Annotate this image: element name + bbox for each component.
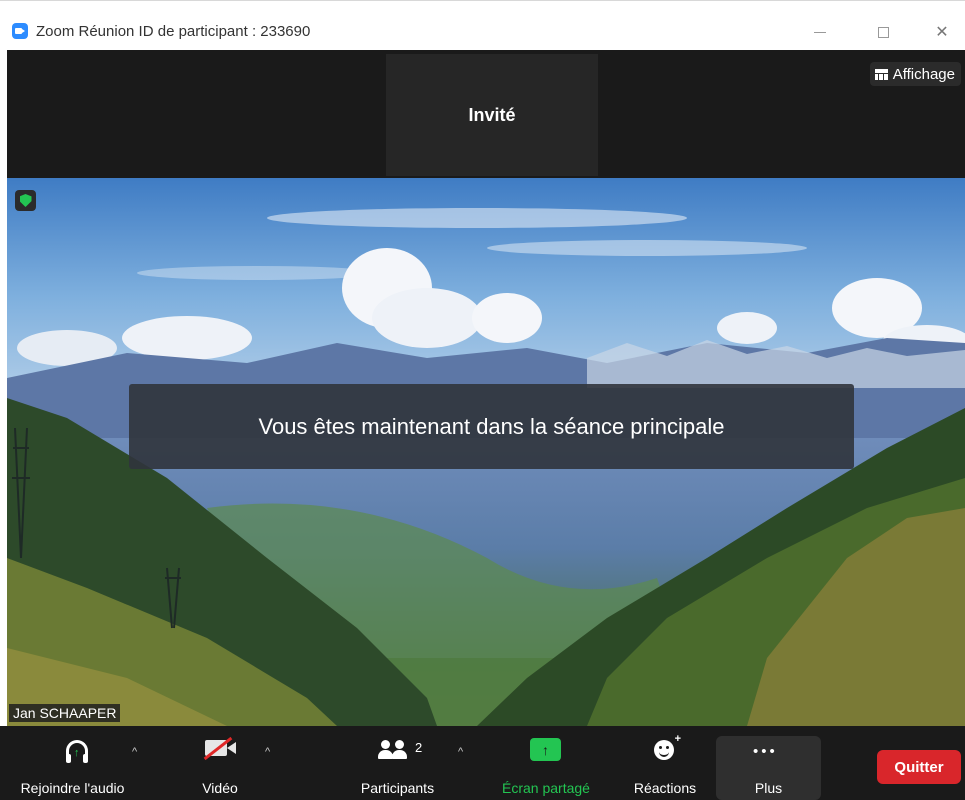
share-screen-button[interactable]: ↑ Écran partagé [486, 726, 606, 800]
gallery-view-icon [874, 68, 888, 80]
close-icon: ✕ [935, 24, 949, 41]
reactions-label: Réactions [633, 780, 697, 796]
maximize-icon [877, 26, 889, 38]
more-button[interactable]: ••• Plus [716, 736, 821, 800]
minimize-button[interactable] [800, 19, 840, 45]
video-options-caret[interactable]: ^ [265, 746, 270, 758]
meeting-toolbar: ↑ Rejoindre l'audio ^ Vidéo ^ Participan… [0, 726, 965, 800]
guest-name: Invité [468, 104, 516, 125]
title-bar: Zoom Réunion ID de participant : 233690 … [0, 0, 965, 50]
share-screen-label: Écran partagé [502, 780, 590, 796]
main-video: Vous êtes maintenant dans la séance prin… [7, 178, 965, 726]
session-notification: Vous êtes maintenant dans la séance prin… [129, 384, 854, 469]
reactions-button[interactable]: + Réactions [620, 726, 710, 800]
zoom-app-icon [12, 23, 28, 39]
join-audio-button[interactable]: ↑ Rejoindre l'audio [0, 726, 145, 800]
audio-options-caret[interactable]: ^ [132, 746, 137, 758]
guest-video-tile[interactable]: Invité [386, 54, 598, 176]
participants-count: 2 [415, 740, 423, 755]
participants-icon [378, 740, 410, 760]
video-off-icon [203, 736, 236, 761]
participant-name-label: Jan SCHAAPER [9, 704, 121, 722]
security-shield-badge[interactable] [15, 190, 36, 211]
video-button[interactable]: Vidéo [180, 726, 260, 800]
maximize-button[interactable] [863, 19, 903, 45]
close-button[interactable]: ✕ [922, 19, 962, 45]
participants-label: Participants [360, 780, 435, 796]
participants-button[interactable]: Participants [345, 726, 450, 800]
reactions-icon: + [654, 733, 681, 760]
video-label: Vidéo [202, 780, 238, 796]
view-button-label: Affichage [892, 65, 955, 83]
leave-meeting-button[interactable]: Quitter [877, 750, 961, 784]
more-label: Plus [754, 780, 783, 796]
minimize-icon [814, 31, 826, 33]
participant-strip: Invité Affichage [7, 50, 965, 178]
view-button[interactable]: Affichage [869, 62, 961, 86]
more-icon: ••• [753, 743, 778, 760]
shield-check-icon [19, 194, 32, 207]
join-audio-label: Rejoindre l'audio [20, 780, 125, 796]
window-title: Zoom Réunion ID de participant : 233690 [36, 23, 311, 40]
share-screen-icon: ↑ [530, 738, 561, 761]
participants-options-caret[interactable]: ^ [458, 746, 463, 758]
headphone-icon: ↑ [66, 740, 88, 763]
